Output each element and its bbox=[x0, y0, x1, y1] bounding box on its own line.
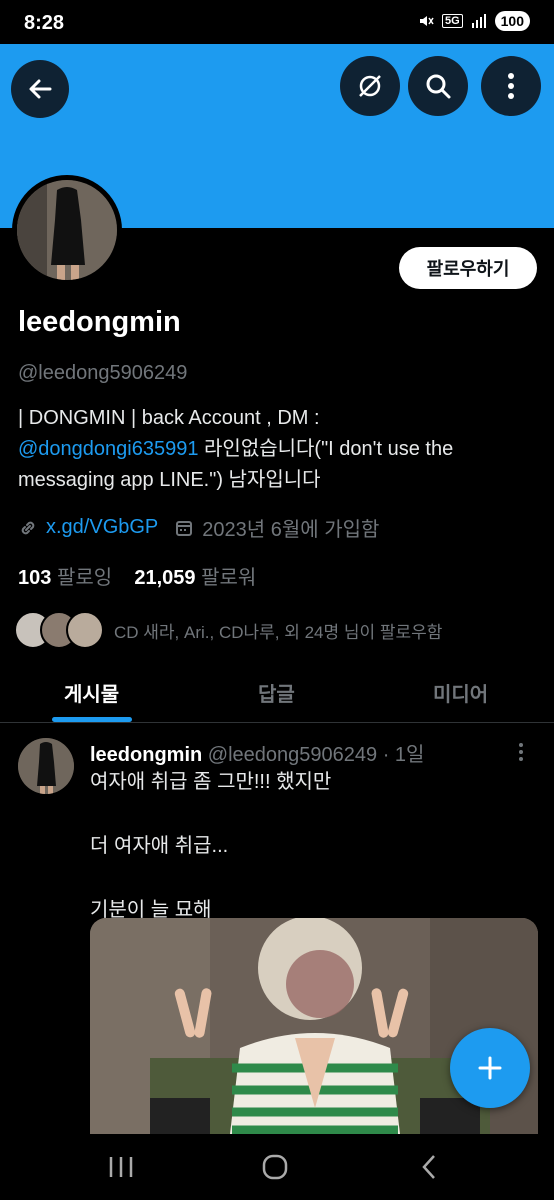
recent-apps-button[interactable] bbox=[108, 1156, 134, 1183]
home-button[interactable] bbox=[262, 1154, 288, 1185]
mute-icon bbox=[419, 16, 434, 26]
network-label: 5G bbox=[441, 14, 463, 28]
status-icons: 5G 100 bbox=[418, 11, 530, 31]
joined-date: 2023년 6월에 가입함 bbox=[202, 519, 380, 541]
profile-avatar[interactable] bbox=[12, 175, 122, 285]
system-navigation-bar bbox=[0, 1134, 554, 1200]
tweet-author[interactable]: leedongmin bbox=[90, 744, 202, 766]
following-link[interactable]: 103 팔로잉 bbox=[18, 567, 112, 589]
tweet-handle: @leedong5906249 bbox=[207, 744, 378, 766]
tweet-time: · 1일 bbox=[382, 744, 425, 766]
known-followers[interactable]: CD 새라, Ari., CD나루, 외 24명 님이 팔로우함 bbox=[14, 611, 442, 649]
tab-posts[interactable]: 게시물 bbox=[64, 678, 119, 707]
active-tab-indicator bbox=[52, 717, 132, 722]
avatar-image bbox=[17, 180, 117, 280]
link-icon bbox=[21, 521, 35, 534]
bio-line-2-text: 라인없습니다("I don't use the bbox=[198, 438, 454, 460]
more-vertical-icon bbox=[519, 743, 523, 761]
arrow-left-icon bbox=[29, 79, 52, 99]
plus-icon bbox=[478, 1056, 502, 1080]
tweet-line-1: 여자애 취급 좀 그만!!! 했지만 bbox=[90, 771, 332, 793]
bio-mention-link[interactable]: @dongdongi635991 bbox=[18, 438, 198, 460]
nav-back-button[interactable] bbox=[420, 1154, 438, 1185]
bio-line-1: | DONGMIN | back Account , DM : bbox=[18, 407, 320, 429]
search-button[interactable] bbox=[408, 56, 468, 116]
following-label: 팔로잉 bbox=[56, 567, 113, 589]
more-button[interactable] bbox=[481, 56, 541, 116]
search-icon bbox=[426, 74, 451, 99]
more-vertical-icon bbox=[508, 73, 514, 99]
tweet-avatar[interactable] bbox=[18, 738, 74, 794]
bio-line-3: messaging app LINE.") 남자입니다 bbox=[18, 469, 321, 491]
tab-replies[interactable]: 답글 bbox=[258, 678, 295, 707]
signal-icon bbox=[471, 14, 486, 28]
back-chevron-icon bbox=[422, 1155, 435, 1179]
bio-line-2: @dongdongi635991 라인없습니다("I don't use the bbox=[18, 434, 538, 465]
display-name: leedongmin bbox=[18, 306, 181, 338]
status-bar: 8:28 5G 100 bbox=[0, 0, 554, 44]
followers-count: 21,059 bbox=[134, 567, 196, 589]
followers-link[interactable]: 21,059 팔로워 bbox=[134, 567, 256, 589]
status-time: 8:28 bbox=[24, 12, 65, 34]
followers-label: 팔로워 bbox=[201, 567, 257, 589]
home-icon bbox=[262, 1154, 288, 1180]
profile-handle: @leedong5906249 bbox=[18, 362, 188, 384]
compose-button[interactable] bbox=[450, 1028, 530, 1108]
profile-tabs: 게시물 답글 미디어 bbox=[0, 660, 554, 723]
known-followers-text: CD 새라, Ari., CD나루, 외 24명 님이 팔로우함 bbox=[114, 622, 443, 642]
following-count: 103 bbox=[18, 567, 52, 589]
battery-indicator: 100 bbox=[494, 11, 530, 31]
calendar-icon bbox=[176, 520, 193, 536]
follow-button[interactable]: 팔로우하기 bbox=[399, 247, 537, 289]
recent-apps-icon bbox=[109, 1157, 133, 1177]
follow-counts: 103 팔로잉 21,059 팔로워 bbox=[18, 561, 256, 590]
profile-meta: x.gd/VGbGP 2023년 6월에 가입함 bbox=[18, 513, 379, 542]
grok-icon bbox=[359, 75, 381, 97]
tweet-more-button[interactable] bbox=[518, 742, 524, 767]
tab-media[interactable]: 미디어 bbox=[433, 678, 488, 707]
follower-avatar-3 bbox=[66, 611, 104, 649]
profile-link[interactable]: x.gd/VGbGP bbox=[46, 516, 158, 539]
tweet-line-2: 더 여자애 취급... bbox=[90, 835, 229, 857]
tweet-text: 여자애 취급 좀 그만!!! 했지만 더 여자애 취급... 기분이 늘 묘해 bbox=[90, 766, 331, 926]
grok-button[interactable] bbox=[340, 56, 400, 116]
profile-bio: | DONGMIN | back Account , DM : @dongdon… bbox=[18, 403, 538, 496]
tweet-header: leedongmin @leedong5906249 · 1일 bbox=[90, 738, 424, 767]
back-button[interactable] bbox=[11, 60, 69, 118]
